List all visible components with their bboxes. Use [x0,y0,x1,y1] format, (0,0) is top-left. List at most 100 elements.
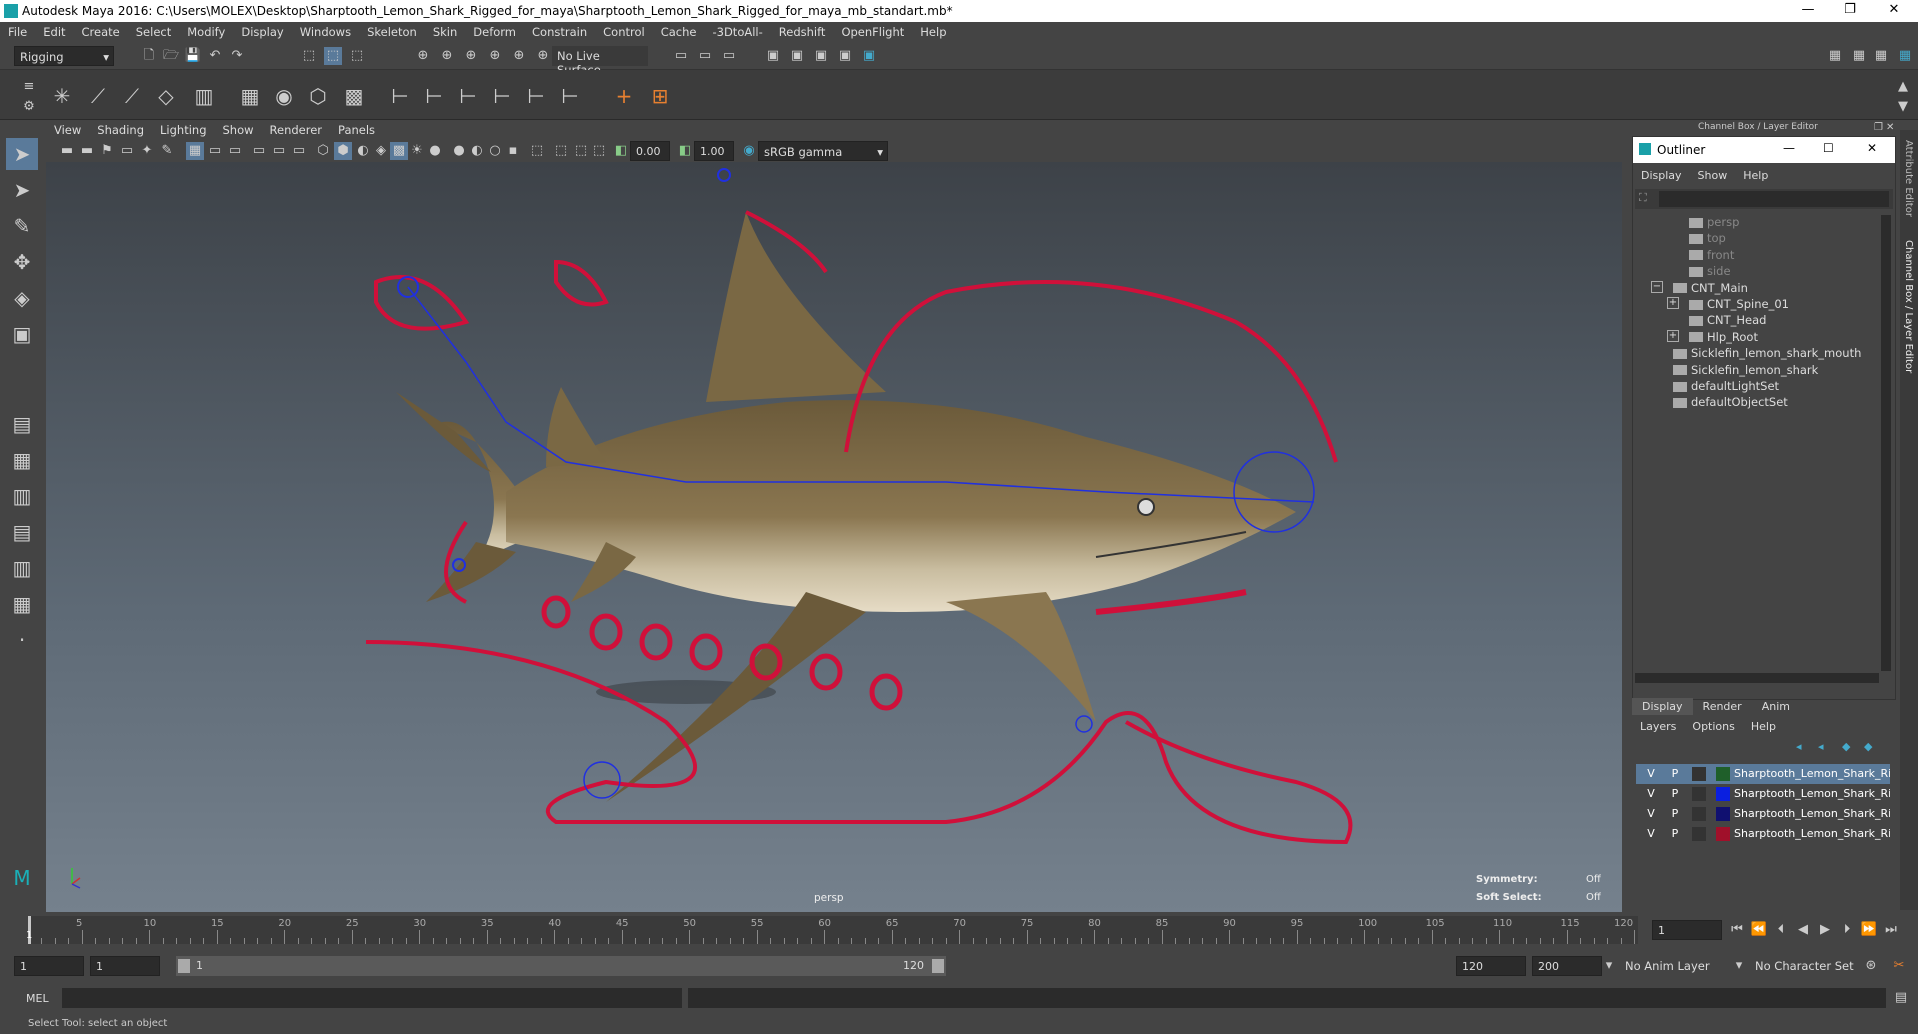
orient-constraint-icon[interactable]: ⊢ [420,82,448,110]
workspace-icon[interactable]: ▦ [1826,47,1844,65]
joint-tool-icon[interactable]: ✳ [48,82,76,110]
range-end-handle[interactable] [932,959,944,973]
expand-icon[interactable]: + [1667,297,1679,309]
select-object-icon[interactable]: ⬚ [324,47,342,65]
goto-start-icon[interactable]: ⏮ [1728,921,1746,939]
aim-constraint-icon[interactable]: ⊢ [522,82,550,110]
snap-view-icon[interactable]: ⊕ [486,47,504,65]
menu-select[interactable]: Select [128,22,179,39]
paint-weights-icon[interactable]: ▦ [236,82,264,110]
goto-end-icon[interactable]: ⏭ [1882,921,1900,939]
exposure-icon[interactable]: ◧ [612,142,630,160]
joint-left-fin-tip[interactable] [583,761,621,799]
point-constraint-icon[interactable]: ⊢ [386,82,414,110]
outliner-menu-display[interactable]: Display [1633,167,1690,184]
current-frame-field[interactable]: 1 [1652,920,1722,940]
anim-layer-dropdown[interactable]: No Anim Layer [1620,956,1740,976]
input-ops-icon[interactable]: ▭ [672,47,690,65]
lasso-tool-icon[interactable]: ➤ [6,174,38,206]
menu-cache[interactable]: Cache [653,22,705,39]
resolution-gate-icon[interactable]: ▭ [226,142,244,160]
character-set-dropdown[interactable]: No Character Set [1750,956,1870,976]
minimize-button[interactable]: — [1788,2,1828,20]
layer-visibility-toggle[interactable]: V [1644,827,1658,840]
gamma-icon[interactable]: ◧ [676,142,694,160]
layer-color-swatch[interactable] [1716,807,1730,821]
menu-windows[interactable]: Windows [292,22,359,39]
view-transform-dropdown[interactable]: sRGB gamma ▾ [758,141,888,161]
chevron-down-icon[interactable]: ▾ [1730,957,1748,975]
layer-row[interactable]: VP Sharptooth_Lemon_Shark_Rigge [1636,804,1890,824]
layer-row[interactable]: VP Sharptooth_Lemon_Shark_Rigge [1636,784,1890,804]
control-circle-3[interactable] [639,623,673,661]
group-icon[interactable]: ⊞ [646,82,674,110]
custom-layout-icon[interactable]: · [6,624,38,656]
menu-set-dropdown[interactable]: Rigging ▾ [14,46,114,66]
start-time-field[interactable]: 1 [14,956,84,976]
snap-point-icon[interactable]: ⊕ [462,47,480,65]
menu-create[interactable]: Create [74,22,128,39]
outliner-search-input[interactable] [1659,191,1889,207]
grease-pencil-icon[interactable]: ✎ [158,142,176,160]
end-time-field[interactable]: 200 [1532,956,1602,976]
color-management-icon[interactable]: ◉ [740,142,758,160]
step-back-key-icon[interactable]: ⏪ [1750,921,1768,939]
outliner-maximize-icon[interactable]: ☐ [1823,141,1834,155]
play-back-icon[interactable]: ◀ [1794,921,1812,939]
layer-playback-toggle[interactable]: P [1668,787,1682,800]
camera-attributes-icon[interactable]: ▬ [78,142,96,160]
viewport-menu-shading[interactable]: Shading [89,120,152,137]
ipr-render-icon[interactable]: ▣ [812,47,830,65]
viewport-3d-scene[interactable]: persp Symmetry: Off Soft Select: Off [46,162,1622,912]
joint-dorsal-tip[interactable] [717,168,731,182]
menu-display[interactable]: Display [233,22,291,39]
time-ruler[interactable]: 5 10 15 20 25 30 35 40 45 50 55 60 65 70 75 80 85 90 95 100… [28,916,1638,944]
motion-blur-icon[interactable]: ◐ [468,142,486,160]
render-settings-icon[interactable]: ▣ [836,47,854,65]
undo-icon[interactable]: ↶ [206,47,224,65]
outliner-vscroll[interactable] [1881,215,1891,671]
layer-playback-toggle[interactable]: P [1668,767,1682,780]
layer-playback-toggle[interactable]: P [1668,807,1682,820]
wire-deformer-icon[interactable]: ⬡ [304,82,332,110]
hypershade-layout-icon[interactable]: ▦ [6,588,38,620]
snap-curve-icon[interactable]: ⊕ [438,47,456,65]
history-toggle-icon[interactable]: ▭ [720,47,738,65]
layer-menu-help[interactable]: Help [1743,718,1784,735]
menu-skeleton[interactable]: Skeleton [359,22,425,39]
layer-color-swatch[interactable] [1716,767,1730,781]
gate-mask-icon[interactable]: ▭ [250,142,268,160]
layer-color-swatch[interactable] [1716,787,1730,801]
playback-prefs-icon[interactable]: ✂ [1890,957,1908,975]
xray-joints-icon[interactable]: ⬚ [552,142,570,160]
render-frame-icon[interactable]: ▣ [788,47,806,65]
outliner-minimize-icon[interactable]: — [1783,141,1795,155]
close-panel-icon[interactable]: ✕ [1886,122,1894,133]
two-view-icon[interactable]: ▥ [6,480,38,512]
auto-key-icon[interactable]: ⊛ [1862,957,1880,975]
viewport-menu-renderer[interactable]: Renderer [262,120,331,137]
tab-channel-box[interactable]: Channel Box / Layer Editor [1903,240,1914,373]
menu-openflight[interactable]: OpenFlight [833,22,912,39]
orient-joint-icon[interactable]: ◇ [152,82,180,110]
joint-right-fin-tip[interactable] [1075,715,1093,733]
two-d-pan-icon[interactable]: ✦ [138,142,156,160]
time-slider[interactable]: 5 10 15 20 25 30 35 40 45 50 55 60 65 70 75 80 85 90 95 100… [0,912,1918,948]
wireframe-on-shaded-icon[interactable]: ◐ [354,142,372,160]
control-curve-main[interactable] [365,640,1353,845]
float-panel-icon[interactable]: ❐ [1874,122,1883,133]
layer-row[interactable]: VP Sharptooth_Lemon_Shark_Rigge [1636,764,1890,784]
image-plane-icon[interactable]: ▭ [118,142,136,160]
backface-icon[interactable]: ⬚ [590,142,608,160]
control-circle-4[interactable] [689,633,723,671]
pole-vector-icon[interactable]: ⊢ [556,82,584,110]
four-view-icon[interactable]: ▦ [6,444,38,476]
menu-3dtoall[interactable]: -3DtoAll- [704,22,770,39]
move-tool-icon[interactable]: ✥ [6,246,38,278]
safe-action-icon[interactable]: ▭ [290,142,308,160]
layer-display-type[interactable] [1692,767,1706,781]
scale-constraint-icon[interactable]: ⊢ [488,82,516,110]
use-all-lights-icon[interactable]: ☀ [408,142,426,160]
new-empty-layer-icon[interactable]: ◆ [1842,740,1850,753]
script-editor-icon[interactable]: ▤ [1892,989,1910,1007]
